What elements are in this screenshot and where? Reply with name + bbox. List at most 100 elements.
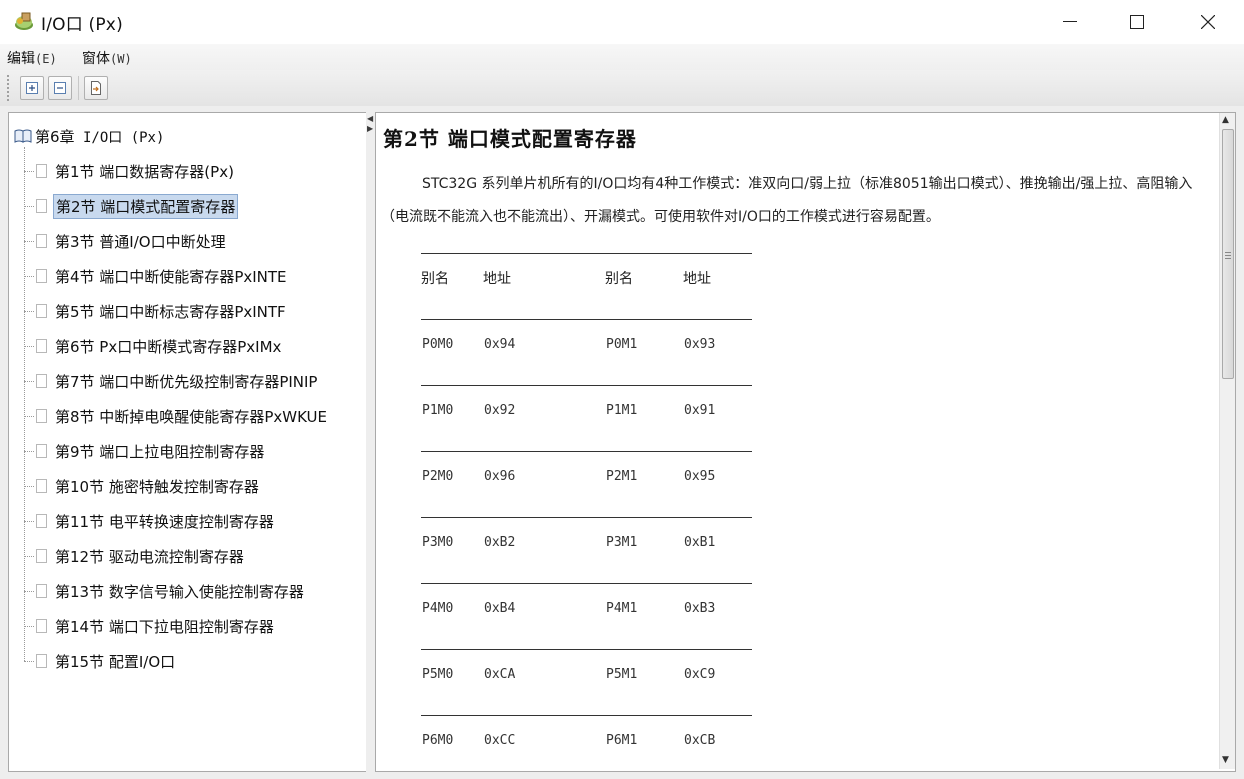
collapse-left-icon[interactable]: ◀	[367, 114, 373, 123]
tree-item-label: 第14节 端口下拉电阻控制寄存器	[55, 617, 274, 636]
tree-item[interactable]: 第11节 电平转换速度控制寄存器	[24, 509, 276, 533]
menu-window-accel: (W)	[110, 52, 132, 66]
minimize-button[interactable]	[1047, 0, 1093, 44]
tree-item[interactable]: 第4节 端口中断使能寄存器PxINTE	[24, 264, 289, 288]
content-scrollbar[interactable]: ▲ ▼	[1219, 113, 1235, 769]
page-icon	[36, 374, 47, 388]
minimize-icon	[1063, 21, 1077, 22]
close-icon	[1201, 15, 1215, 29]
page-icon	[36, 514, 47, 528]
table-cell: P6M1	[606, 733, 638, 748]
tree-item-label: 第2节 端口模式配置寄存器	[53, 193, 239, 219]
page-icon	[36, 339, 47, 353]
table-cell: P5M0	[422, 667, 454, 682]
scroll-up-icon[interactable]: ▲	[1222, 115, 1229, 125]
section-title: 第2节 端口模式配置寄存器	[383, 127, 637, 151]
page-icon	[36, 479, 47, 493]
menu-window[interactable]: 窗体(W)	[82, 48, 132, 68]
table-cell: 0x94	[484, 337, 516, 352]
close-button[interactable]	[1185, 0, 1231, 44]
menu-bar: 编辑(E) 窗体(W)	[0, 44, 1244, 70]
menu-edit-accel: (E)	[35, 52, 57, 66]
table-cell: P1M1	[606, 403, 638, 418]
page-icon	[36, 304, 47, 318]
tree-item-label: 第15节 配置I/O口	[55, 652, 176, 671]
tree-item[interactable]: 第6节 Px口中断模式寄存器PxIMx	[24, 334, 283, 358]
table-cell: 0xB3	[684, 601, 716, 616]
menu-edit[interactable]: 编辑(E)	[7, 48, 57, 68]
split-divider[interactable]: ◀ ▶	[366, 112, 375, 772]
expand-all-button[interactable]	[20, 76, 44, 100]
collapse-all-button[interactable]	[48, 76, 72, 100]
app-icon	[15, 12, 33, 30]
maximize-button[interactable]	[1114, 0, 1160, 44]
table-cell: P1M0	[422, 403, 454, 418]
export-button[interactable]	[84, 76, 108, 100]
book-icon	[14, 129, 32, 143]
section-paragraph: STC32G 系列单片机所有的I/O口均有4种工作模式：准双向口/弱上拉（标准8…	[381, 176, 1193, 225]
table-cell: P4M0	[422, 601, 454, 616]
tree-item[interactable]: 第2节 端口模式配置寄存器	[24, 193, 239, 219]
tree-item[interactable]: 第1节 端口数据寄存器(Px)	[24, 159, 236, 183]
tree-connector	[24, 520, 34, 522]
tree-item[interactable]: 第13节 数字信号输入使能控制寄存器	[24, 579, 306, 603]
tree-item[interactable]: 第5节 端口中断标志寄存器PxINTF	[24, 299, 288, 323]
scroll-thumb[interactable]	[1222, 129, 1234, 379]
tree-root-label: 第6章 I/O口 (Px)	[35, 126, 164, 147]
table-cell: P5M1	[606, 667, 638, 682]
tree-item[interactable]: 第12节 驱动电流控制寄存器	[24, 544, 246, 568]
page-icon	[36, 199, 47, 213]
table-rule	[421, 319, 752, 320]
table-cell: 0xB2	[484, 535, 516, 550]
page-icon	[36, 234, 47, 248]
table-cell: 0x96	[484, 469, 516, 484]
table-cell: 0xCC	[484, 733, 516, 748]
page-icon	[36, 584, 47, 598]
table-cell: 0xCB	[684, 733, 716, 748]
collapse-right-icon[interactable]: ▶	[367, 124, 373, 133]
tree-connector	[24, 555, 34, 557]
tree-item-label: 第3节 普通I/O口中断处理	[55, 232, 226, 251]
menu-window-label: 窗体	[82, 51, 110, 67]
minus-box-icon	[54, 82, 66, 94]
table-cell: 0xB1	[684, 535, 716, 550]
table-cell: P3M0	[422, 535, 454, 550]
tree-item-label: 第11节 电平转换速度控制寄存器	[55, 512, 274, 531]
table-cell: 0xC9	[684, 667, 716, 682]
tree-item-label: 第5节 端口中断标志寄存器PxINTF	[55, 302, 286, 321]
tree-connector	[24, 275, 34, 277]
tree-item-label: 第12节 驱动电流控制寄存器	[55, 547, 244, 566]
table-header-cell: 别名	[421, 271, 449, 287]
scroll-down-icon[interactable]: ▼	[1222, 755, 1229, 765]
tree-connector	[24, 205, 34, 207]
table-cell: P0M0	[422, 337, 454, 352]
tree-connector	[24, 485, 34, 487]
tree-item[interactable]: 第9节 端口上拉电阻控制寄存器	[24, 439, 266, 463]
tree-connector	[24, 415, 34, 417]
table-header-cell: 别名	[605, 271, 633, 287]
table-header-cell: 地址	[683, 271, 711, 287]
tree-item-label: 第9节 端口上拉电阻控制寄存器	[55, 442, 265, 461]
tree-item[interactable]: 第10节 施密特触发控制寄存器	[24, 474, 261, 498]
tree-item[interactable]: 第7节 端口中断优先级控制寄存器PINIP	[24, 369, 319, 393]
table-rule	[421, 253, 752, 254]
table-cell: 0x93	[684, 337, 716, 352]
table-cell: P3M1	[606, 535, 638, 550]
table-rule	[421, 385, 752, 386]
page-icon	[36, 269, 47, 283]
tree-item-label: 第7节 端口中断优先级控制寄存器PINIP	[55, 372, 318, 391]
tree-item-label: 第8节 中断掉电唤醒使能寄存器PxWKUE	[55, 407, 327, 426]
table-cell: 0xCA	[484, 667, 516, 682]
tree-connector	[24, 625, 34, 627]
page-icon	[36, 409, 47, 423]
tree-root[interactable]: 第6章 I/O口 (Px)	[14, 126, 164, 146]
tree-item[interactable]: 第3节 普通I/O口中断处理	[24, 229, 228, 253]
tree-item[interactable]: 第15节 配置I/O口	[24, 649, 177, 673]
table-rule	[421, 649, 752, 650]
tree-item[interactable]: 第14节 端口下拉电阻控制寄存器	[24, 614, 276, 638]
table-cell: P2M0	[422, 469, 454, 484]
toolbar-grip-icon[interactable]	[6, 74, 10, 102]
tree-connector	[24, 450, 34, 452]
tree-item[interactable]: 第8节 中断掉电唤醒使能寄存器PxWKUE	[24, 404, 329, 428]
toolbar	[0, 70, 1244, 107]
